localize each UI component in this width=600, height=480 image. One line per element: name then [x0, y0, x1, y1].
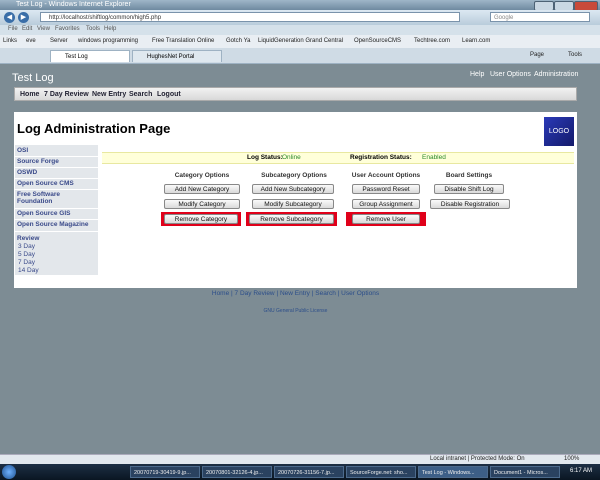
registration-status-label: Registration Status: — [350, 154, 412, 161]
clock: 6:17 AM — [570, 468, 593, 474]
footer-link-7-day-review[interactable]: 7 Day Review — [235, 290, 275, 297]
tab-hughesnet[interactable]: HughesNet Portal — [132, 50, 222, 62]
tools-menu-button[interactable]: Tools — [568, 52, 582, 58]
footer-link-search[interactable]: Search — [315, 290, 336, 297]
modify-subcategory-button[interactable]: Modify Subcategory — [252, 199, 334, 209]
menu-view[interactable]: View — [37, 26, 50, 32]
taskbar-item[interactable]: 20070719-30419-9.jp... — [130, 466, 200, 478]
tab-test-log[interactable]: Test Log — [50, 50, 130, 62]
remove-subcategory-button[interactable]: Remove Subcategory — [249, 214, 334, 224]
tab-strip: Test Log HughesNet Portal — [0, 48, 600, 64]
link-liquid-generation[interactable]: LiquidGeneration Grand Central — [258, 38, 343, 44]
remove-category-button[interactable]: Remove Category — [164, 214, 238, 224]
header-link-help[interactable]: Help — [470, 71, 484, 78]
taskbar-item-active[interactable]: Test Log - Windows... — [418, 466, 488, 478]
review-link-5-day[interactable]: 5 Day — [18, 251, 35, 258]
nav-7-day-review[interactable]: 7 Day Review — [44, 91, 89, 98]
zoom-level[interactable]: 100% — [564, 456, 579, 462]
menu-tools[interactable]: Tools — [86, 26, 100, 32]
nav-logout[interactable]: Logout — [157, 91, 181, 98]
sidebar-item-free-software-foundation[interactable]: Free Software Foundation — [17, 191, 77, 205]
menu-favorites[interactable]: Favorites — [55, 26, 80, 32]
nav-search[interactable]: Search — [129, 91, 152, 98]
forward-button[interactable]: ▶ — [18, 12, 29, 23]
address-row: ◀ ▶ http://localhost/shiftlog/common/hig… — [0, 10, 600, 25]
category-options-header: Category Options — [174, 172, 230, 179]
password-reset-button[interactable]: Password Reset — [352, 184, 420, 194]
modify-category-button[interactable]: Modify Category — [164, 199, 240, 209]
nav-home[interactable]: Home — [20, 91, 39, 98]
group-assignment-button[interactable]: Group Assignment — [352, 199, 420, 209]
add-new-category-button[interactable]: Add New Category — [164, 184, 240, 194]
review-link-3-day[interactable]: 3 Day — [18, 243, 35, 250]
app-logo-text: Test Log — [12, 72, 54, 84]
sidebar-review-label: Review — [17, 235, 40, 242]
page-menu-button[interactable]: Page — [530, 52, 544, 58]
sidebar-item-oswd[interactable]: OSWD — [17, 169, 37, 176]
nav-new-entry[interactable]: New Entry — [92, 91, 126, 98]
board-settings-header: Board Settings — [445, 172, 493, 179]
menu-edit[interactable]: Edit — [22, 26, 32, 32]
sidebar-item-source-forge[interactable]: Source Forge — [17, 158, 59, 165]
footer-link-new-entry[interactable]: New Entry — [280, 290, 310, 297]
subcategory-options-header: Subcategory Options — [261, 172, 327, 179]
footer-link-user-options[interactable]: User Options — [341, 290, 379, 297]
header-link-administration[interactable]: Administration — [534, 71, 578, 78]
disable-registration-button[interactable]: Disable Registration — [430, 199, 510, 209]
taskbar-item[interactable]: 20070801-32126-4.jp... — [202, 466, 272, 478]
app-header: Test Log Help User Options Administratio… — [0, 64, 600, 86]
main-nav: Home 7 Day Review New Entry Search Logou… — [14, 87, 577, 101]
footer-license-link[interactable]: GNU General Public License — [14, 308, 577, 314]
log-status-label: Log Status: — [247, 154, 283, 161]
start-button[interactable] — [2, 465, 16, 479]
header-link-user-options[interactable]: User Options — [490, 71, 531, 78]
sidebar-item-open-source-gis[interactable]: Open Source GIS — [17, 210, 70, 217]
menu-bar: File Edit View Favorites Tools Help — [0, 25, 600, 35]
link-free-translation[interactable]: Free Translation Online — [152, 38, 214, 44]
window-title: Test Log - Windows Internet Explorer — [16, 1, 131, 8]
link-eve[interactable]: eve — [26, 38, 36, 44]
footer-links: Home | 7 Day Review | New Entry | Search… — [211, 290, 380, 297]
review-link-14-day[interactable]: 14 Day — [18, 267, 39, 274]
taskbar-item[interactable]: 20070726-31156-7.jp... — [274, 466, 344, 478]
link-learn[interactable]: Learn.com — [462, 38, 490, 44]
menu-help[interactable]: Help — [104, 26, 116, 32]
link-opensourcecms[interactable]: OpenSourceCMS — [354, 38, 401, 44]
sidebar-item-osi[interactable]: OSI — [17, 147, 28, 154]
link-windows-programming[interactable]: windows programming — [78, 38, 138, 44]
remove-user-button[interactable]: Remove User — [352, 214, 420, 224]
sidebar-item-open-source-magazine[interactable]: Open Source Magazine — [17, 221, 89, 228]
menu-file[interactable]: File — [8, 26, 18, 32]
content-panel: Log Administration Page LOGO OSI Source … — [14, 112, 577, 288]
window-title-bar: Test Log - Windows Internet Explorer — [0, 0, 600, 11]
links-label: Links — [3, 38, 18, 44]
footer-link-home[interactable]: Home — [212, 290, 229, 297]
link-server[interactable]: Server — [50, 38, 68, 44]
links-bar: Links eve Server windows programming Fre… — [0, 35, 600, 49]
address-bar[interactable]: http://localhost/shiftlog/common/high5.p… — [40, 12, 460, 22]
taskbar: 20070719-30419-9.jp... 20070801-32126-4.… — [0, 464, 600, 480]
user-account-options-header: User Account Options — [351, 172, 421, 179]
taskbar-item[interactable]: Document1 - Micros... — [490, 466, 560, 478]
search-input[interactable]: Google — [490, 12, 590, 22]
taskbar-item[interactable]: SourceForge.net: sho... — [346, 466, 416, 478]
link-gotch-ya[interactable]: Gotch Ya — [226, 38, 250, 44]
disable-shift-log-button[interactable]: Disable Shift Log — [434, 184, 504, 194]
status-bar: Log Status: Online Registration Status: … — [102, 152, 574, 164]
logo-box: LOGO — [544, 117, 574, 146]
sidebar: OSI Source Forge OSWD Open Source CMS Fr… — [15, 145, 98, 275]
back-button[interactable]: ◀ — [4, 12, 15, 23]
add-new-subcategory-button[interactable]: Add New Subcategory — [252, 184, 334, 194]
page-title: Log Administration Page — [17, 121, 171, 136]
link-techtree[interactable]: Techtree.com — [414, 38, 450, 44]
review-link-7-day[interactable]: 7 Day — [18, 259, 35, 266]
registration-status-value: Enabled — [422, 154, 446, 161]
log-status-value: Online — [282, 154, 301, 161]
security-zone: Local intranet | Protected Mode: On — [430, 456, 525, 462]
sidebar-item-open-source-cms[interactable]: Open Source CMS — [17, 180, 74, 187]
